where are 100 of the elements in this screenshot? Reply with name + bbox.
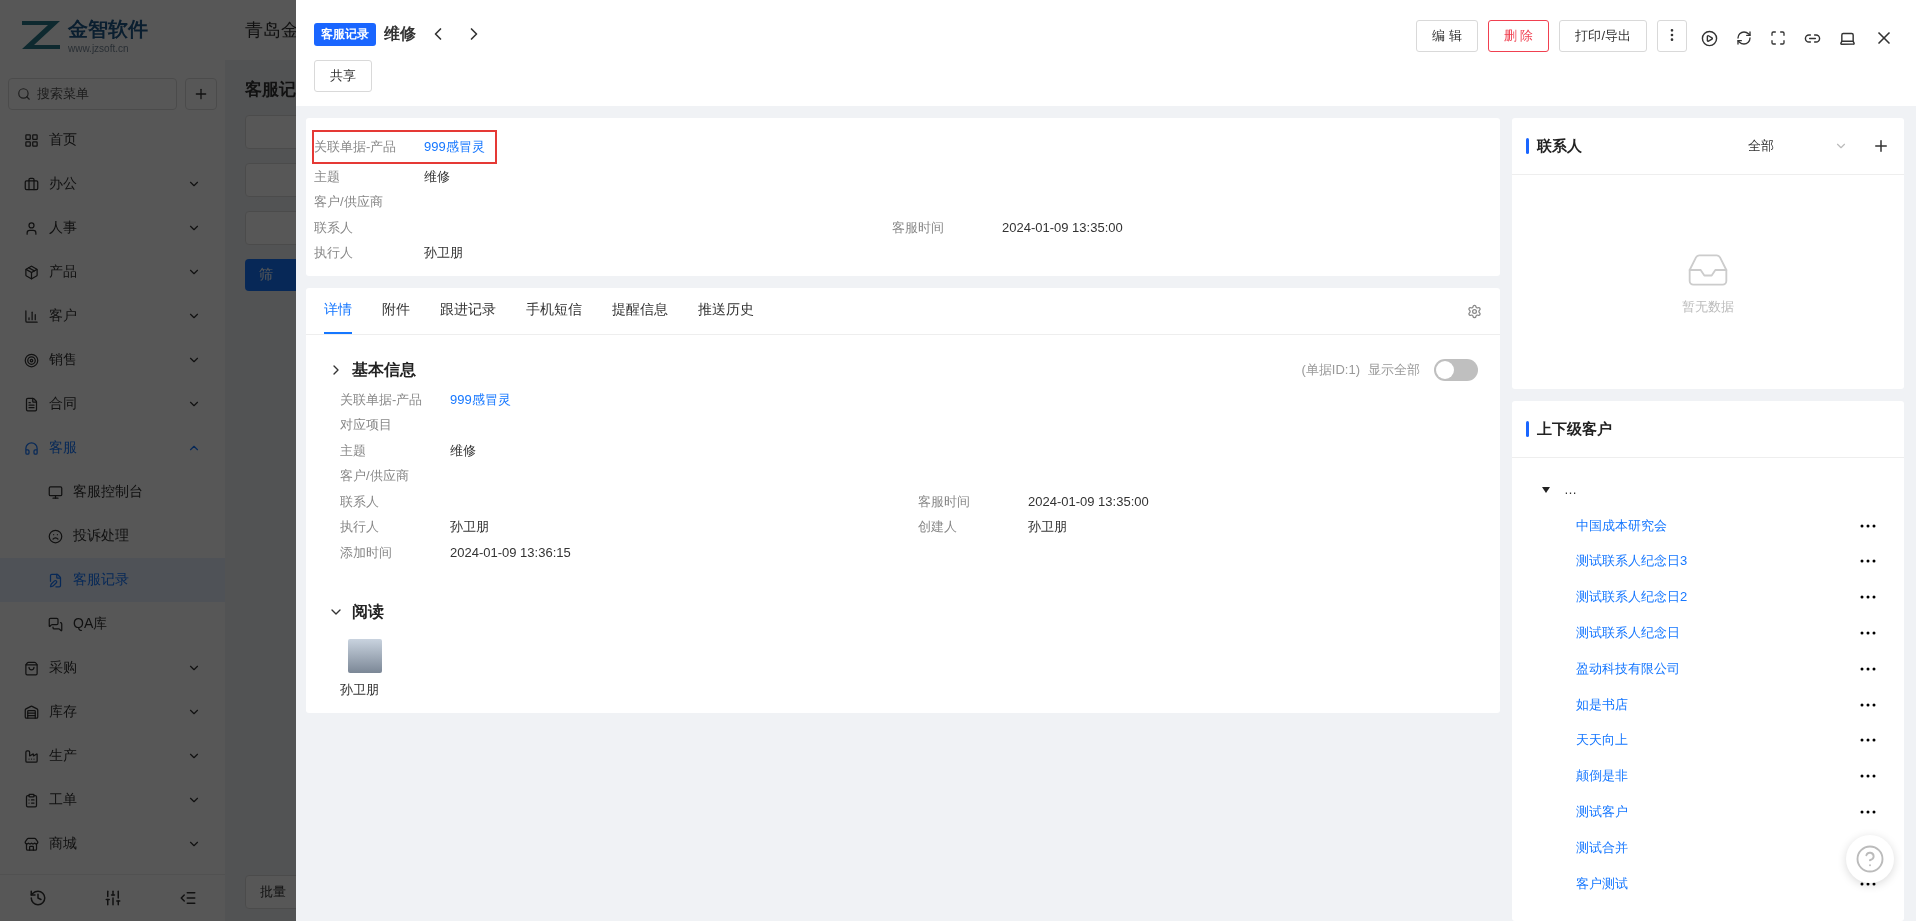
history-icon[interactable] (28, 889, 47, 907)
customer-link[interactable]: 如是书店 (1576, 695, 1860, 714)
more-icon[interactable] (1860, 738, 1876, 743)
customer-link[interactable]: 测试联系人纪念日3 (1576, 552, 1860, 571)
tab[interactable]: 提醒信息 (612, 288, 668, 334)
menu-item[interactable]: 首页 (0, 118, 225, 162)
more-icon[interactable] (1860, 559, 1876, 564)
action-button[interactable]: 打印/导出 (1559, 20, 1647, 52)
menu-item[interactable]: 办公 (0, 162, 225, 206)
show-all-switch[interactable] (1434, 359, 1478, 381)
field-value: 孙卫朋 (424, 244, 464, 263)
action-button[interactable]: 编 辑 (1416, 20, 1478, 52)
menu-icon (24, 396, 39, 412)
field-label: 客服时间 (918, 492, 971, 511)
menu-icon (24, 264, 39, 280)
field-label: 联系人 (339, 492, 380, 511)
customer-link[interactable]: 测试联系人纪念日 (1576, 624, 1860, 643)
field-value: 2024-01-09 13:35:00 (1028, 494, 1150, 510)
record-id: (单据ID:1) (1301, 361, 1360, 379)
menu-icon (24, 704, 39, 720)
field-label: 执行人 (339, 518, 380, 537)
customer-link[interactable]: 颠倒是非 (1576, 767, 1860, 786)
field-label: 创建人 (918, 518, 958, 537)
submenu-item[interactable]: 投诉处理 (0, 514, 225, 558)
menu-icon (48, 616, 63, 632)
menu-item[interactable]: 库存 (0, 690, 225, 734)
field-label: 主题 (314, 167, 341, 186)
field-value: 孙卫朋 (450, 518, 490, 537)
menu-icon (24, 440, 39, 456)
tree-node[interactable]: … (1542, 472, 1904, 508)
customer-link[interactable]: 客户测试 (1576, 874, 1860, 893)
sliders-icon[interactable] (103, 889, 122, 907)
menu-item[interactable]: 采购 (0, 646, 225, 690)
field-label: 关联单据-产品 (314, 138, 398, 156)
delete-button[interactable]: 删 除 (1487, 20, 1550, 52)
field-value: 维修 (424, 167, 451, 186)
tab[interactable]: 跟进记录 (440, 288, 496, 334)
more-icon[interactable] (1860, 810, 1876, 815)
more-icon[interactable] (1860, 523, 1876, 528)
field-label: 客服时间 (892, 218, 945, 237)
panel-title: 上下级客户 (1537, 419, 1613, 439)
section-title: 基本信息 (352, 359, 417, 380)
menu-item[interactable]: 合同 (0, 382, 225, 426)
field-label: 添加时间 (339, 543, 393, 562)
search-icon (17, 87, 31, 101)
panel-title: 联系人 (1537, 136, 1583, 156)
menu-item[interactable]: 商城 (0, 822, 225, 866)
caret-icon (1542, 486, 1550, 493)
menu-item[interactable]: 工单 (0, 778, 225, 822)
field-link[interactable]: 999感冒灵 (450, 390, 918, 409)
tab[interactable]: 附件 (382, 288, 410, 334)
menu-icon (48, 572, 63, 588)
menu-item[interactable]: 销售 (0, 338, 225, 382)
menu-item[interactable]: 产品 (0, 250, 225, 294)
menu-icon (48, 484, 63, 500)
menu-item[interactable]: 客户 (0, 294, 225, 338)
more-icon[interactable] (1860, 774, 1876, 779)
menu-icon (24, 836, 39, 852)
menu-item[interactable]: 人事 (0, 206, 225, 250)
reader-name: 孙卫朋 (340, 680, 379, 699)
customer-link[interactable]: 测试客户 (1576, 803, 1860, 822)
submenu-item[interactable]: QA库 (0, 602, 225, 646)
tab[interactable]: 手机短信 (526, 288, 582, 334)
more-icon[interactable] (1860, 881, 1876, 886)
filter-select[interactable]: 全部 (1748, 137, 1848, 155)
avatar-placeholder (348, 638, 382, 673)
more-icon[interactable] (1860, 631, 1876, 636)
customer-link[interactable]: 天天向上 (1576, 731, 1860, 750)
logo-name: 金智软件 (68, 17, 148, 42)
tab[interactable]: 详情 (324, 288, 352, 334)
more-icon[interactable] (1860, 595, 1876, 600)
field-label: 关联单据-产品 (339, 390, 424, 409)
submenu-item[interactable]: 客服控制台 (0, 470, 225, 514)
field-link[interactable]: 999感冒灵 (424, 138, 485, 156)
customer-link[interactable]: 中国成本研究会 (1576, 516, 1860, 535)
menu-icon (24, 748, 39, 764)
search-field[interactable]: 搜索菜单 (8, 78, 177, 110)
field-value: 维修 (450, 441, 477, 460)
menu-icon (24, 792, 39, 808)
field-label: 对应项目 (339, 416, 393, 435)
menu-icon (24, 176, 39, 192)
menu-icon (24, 308, 39, 324)
menu-item[interactable]: 生产 (0, 734, 225, 778)
customer-link[interactable]: 盈动科技有限公司 (1576, 659, 1860, 678)
field-value: 2024-01-09 13:36:15 (450, 545, 572, 561)
settings-icon[interactable] (1467, 303, 1482, 319)
share-button[interactable]: 共享 (314, 60, 372, 92)
section-title: 阅读 (352, 601, 385, 622)
field-value: 孙卫朋 (1028, 518, 1068, 537)
show-all-label: 显示全部 (1368, 361, 1420, 379)
record-title: 维修 (384, 23, 416, 44)
field-label: 客户/供应商 (339, 467, 410, 486)
tab[interactable]: 推送历史 (698, 288, 754, 334)
field-label: 联系人 (314, 218, 354, 237)
customer-link[interactable]: 测试联系人纪念日2 (1576, 588, 1860, 607)
collapse-icon[interactable] (178, 889, 197, 907)
more-icon[interactable] (1860, 666, 1876, 671)
add-icon[interactable] (1872, 137, 1890, 155)
menu-icon (24, 660, 39, 676)
more-icon[interactable] (1860, 702, 1876, 707)
